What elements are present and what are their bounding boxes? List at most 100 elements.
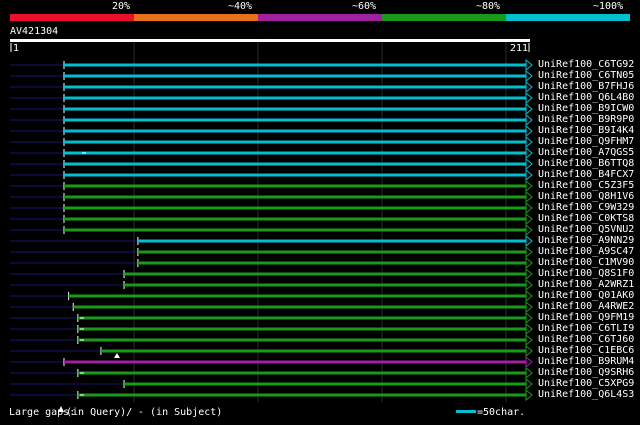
hit-bar[interactable]: [64, 173, 526, 177]
hit-bar[interactable]: [77, 338, 527, 342]
hit-label[interactable]: UniRef100_B9RUM4: [538, 357, 634, 367]
hit-arrow-icon: [525, 168, 533, 182]
hit-bar[interactable]: [137, 250, 527, 254]
hit-arrow-icon: [525, 135, 533, 149]
hit-label[interactable]: UniRef100_B9R9P0: [538, 115, 634, 125]
hit-arrow-icon: [525, 322, 533, 336]
hit-arrow-icon: [525, 355, 533, 369]
hit-arrow-icon: [525, 245, 533, 259]
hit-label[interactable]: UniRef100_C6TJ60: [538, 335, 634, 345]
hit-label[interactable]: UniRef100_A9NN29: [538, 236, 634, 246]
hit-bar[interactable]: [137, 261, 527, 265]
hit-bar[interactable]: [64, 107, 526, 111]
hit-bar[interactable]: [64, 184, 526, 188]
scale-label-40: ~40%: [228, 1, 253, 12]
hit-bar[interactable]: [77, 316, 527, 320]
hit-arrow-icon: [525, 267, 533, 281]
scale-sample-bar: [456, 410, 476, 413]
hit-arrow-icon: [525, 69, 533, 83]
hit-bar[interactable]: [64, 360, 526, 364]
scale-segment-20: [10, 14, 134, 21]
hit-bar[interactable]: [64, 217, 526, 221]
hit-label[interactable]: UniRef100_C6TLI9: [538, 324, 634, 334]
hit-bar[interactable]: [124, 283, 526, 287]
hit-arrow-icon: [525, 256, 533, 270]
hit-bar[interactable]: [64, 151, 526, 155]
hit-label[interactable]: UniRef100_C5Z3F5: [538, 181, 634, 191]
hit-arrow-icon: [525, 388, 533, 402]
hit-bar[interactable]: [124, 272, 526, 276]
gaps-legend-query: (in Query)/: [66, 407, 133, 418]
hit-label[interactable]: UniRef100_C9W329: [538, 203, 634, 213]
hit-label[interactable]: UniRef100_Q6L4B0: [538, 93, 634, 103]
hit-bar[interactable]: [100, 349, 527, 353]
hit-bar[interactable]: [64, 85, 526, 89]
hit-label[interactable]: UniRef100_Q8H1V6: [538, 192, 634, 202]
hit-arrow-icon: [525, 344, 533, 358]
hit-bar[interactable]: [64, 118, 526, 122]
hit-label[interactable]: UniRef100_C5XPG9: [538, 379, 634, 389]
hit-label[interactable]: UniRef100_B9ICW0: [538, 104, 634, 114]
scale-label-20: 20%: [112, 1, 131, 12]
gaps-legend-subject: - (in Subject): [138, 407, 223, 418]
hit-arrow-icon: [525, 212, 533, 226]
hit-arrow-icon: [525, 58, 533, 72]
hit-label[interactable]: UniRef100_C1EBC6: [538, 346, 634, 356]
blast-alignment-view: 20% ~40% ~60% ~80% ~100% AV421304 1 211 …: [0, 0, 640, 421]
hit-label[interactable]: UniRef100_Q5VNU2: [538, 225, 634, 235]
hit-bar[interactable]: [64, 162, 526, 166]
hit-label[interactable]: UniRef100_A4RWE2: [538, 302, 634, 312]
hit-arrow-icon: [525, 377, 533, 391]
hit-bar[interactable]: [77, 371, 527, 375]
scale-segment-60: [258, 14, 382, 21]
hit-bar[interactable]: [73, 305, 527, 309]
hit-list: [10, 58, 533, 402]
hit-bar[interactable]: [64, 140, 526, 144]
scale-note: =50char.: [477, 407, 526, 418]
hit-label[interactable]: UniRef100_C1MV90: [538, 258, 634, 268]
hit-label[interactable]: UniRef100_B7FHJ6: [538, 82, 634, 92]
hit-arrow-icon: [525, 234, 533, 248]
hit-label[interactable]: UniRef100_C6TN05: [538, 71, 634, 81]
scale-segment-40: [134, 14, 258, 21]
hit-label[interactable]: UniRef100_A7QGS5: [538, 148, 634, 158]
hit-bar[interactable]: [68, 294, 527, 298]
hit-label[interactable]: UniRef100_B4FCX7: [538, 170, 634, 180]
hit-bar[interactable]: [64, 206, 526, 210]
hit-label[interactable]: UniRef100_C6TG92: [538, 60, 634, 70]
hit-label[interactable]: UniRef100_B6TTQ8: [538, 159, 634, 169]
hit-arrow-icon: [525, 311, 533, 325]
scale-label-60: ~60%: [352, 1, 377, 12]
scale-segment-100: [506, 14, 630, 21]
hit-label[interactable]: UniRef100_Q6L4S3: [538, 390, 634, 400]
hit-bar[interactable]: [64, 63, 526, 67]
hit-label[interactable]: UniRef100_Q9SRH6: [538, 368, 634, 378]
hit-arrow-icon: [525, 179, 533, 193]
query-end: 211: [510, 43, 529, 54]
scale-label-100: ~100%: [593, 1, 624, 12]
hit-arrow-icon: [525, 157, 533, 171]
hit-bar[interactable]: [64, 129, 526, 133]
hit-label[interactable]: UniRef100_Q9FHM7: [538, 137, 634, 147]
hit-arrow-icon: [525, 289, 533, 303]
hit-bar[interactable]: [137, 239, 527, 243]
hit-arrow-icon: [525, 300, 533, 314]
hit-bar[interactable]: [124, 382, 526, 386]
hit-label[interactable]: UniRef100_A2WRZ1: [538, 280, 634, 290]
hit-bar[interactable]: [64, 195, 526, 199]
hit-bar[interactable]: [64, 96, 526, 100]
hit-label[interactable]: UniRef100_Q8S1F0: [538, 269, 634, 279]
hit-label[interactable]: UniRef100_B9I4K4: [538, 126, 634, 136]
hit-bar[interactable]: [64, 74, 526, 78]
hit-label[interactable]: UniRef100_Q01AK0: [538, 291, 634, 301]
query-start: 1: [13, 43, 20, 54]
hit-label[interactable]: UniRef100_Q9FM19: [538, 313, 634, 323]
hit-arrow-icon: [525, 333, 533, 347]
hit-label[interactable]: UniRef100_C0KTS8: [538, 214, 634, 224]
scale-segment-80: [382, 14, 506, 21]
hit-label[interactable]: UniRef100_A9SC47: [538, 247, 634, 257]
hit-bar[interactable]: [77, 327, 527, 331]
hit-bar[interactable]: [77, 393, 527, 397]
hit-bar[interactable]: [64, 228, 526, 232]
hit-arrow-icon: [525, 366, 533, 380]
